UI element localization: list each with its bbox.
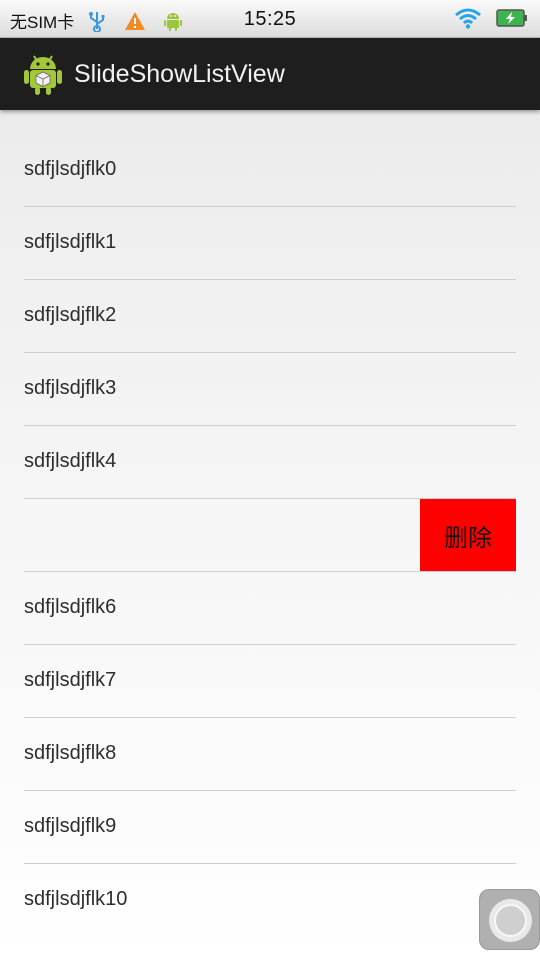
list-item-label: sdfjlsdjflk9 <box>24 815 117 837</box>
list-item-label: sdfjlsdjflk1 <box>24 231 117 253</box>
action-bar: SlideShowListView <box>0 38 540 110</box>
list-item[interactable]: sdfjlsdjflk3 <box>24 353 516 426</box>
assistive-touch-button[interactable] <box>479 889 540 950</box>
slide-list[interactable]: sdfjlsdjflk0 sdfjlsdjflk1 sdfjlsdjflk2 s… <box>0 134 540 937</box>
list-item[interactable]: sdfjlsdjflk8 <box>24 718 516 791</box>
list-item[interactable]: sdfjlsdjflk6 <box>24 572 516 645</box>
list-item-swiped[interactable]: sdfjlsdjflk5 删除 <box>24 499 516 572</box>
delete-button[interactable]: 删除 <box>420 499 516 571</box>
list-item-label: sdfjlsdjflk6 <box>24 596 117 618</box>
list-item[interactable]: sdfjlsdjflk0 <box>24 134 516 207</box>
list-item-label: sdfjlsdjflk7 <box>24 669 117 691</box>
list-item[interactable]: sdfjlsdjflk10 <box>24 864 516 937</box>
list-item-label: sdfjlsdjflk8 <box>24 742 117 764</box>
list-item[interactable]: sdfjlsdjflk1 <box>24 207 516 280</box>
app-title: SlideShowListView <box>74 60 285 88</box>
android-app-icon[interactable] <box>22 52 64 96</box>
wifi-icon <box>455 8 481 29</box>
list-item-label: sdfjlsdjflk3 <box>24 377 117 399</box>
list-item-label: sdfjlsdjflk2 <box>24 304 117 326</box>
list-item[interactable]: sdfjlsdjflk7 <box>24 645 516 718</box>
battery-charging-icon <box>496 9 527 27</box>
list-item[interactable]: sdfjlsdjflk4 <box>24 426 516 499</box>
status-bar: 无SIM卡 15:25 <box>0 0 540 38</box>
list-item-label: sdfjlsdjflk10 <box>24 888 128 910</box>
list-item[interactable]: sdfjlsdjflk2 <box>24 280 516 353</box>
list-item[interactable]: sdfjlsdjflk9 <box>24 791 516 864</box>
list-item-label: sdfjlsdjflk4 <box>24 450 117 472</box>
list-item-label: sdfjlsdjflk0 <box>24 158 117 180</box>
